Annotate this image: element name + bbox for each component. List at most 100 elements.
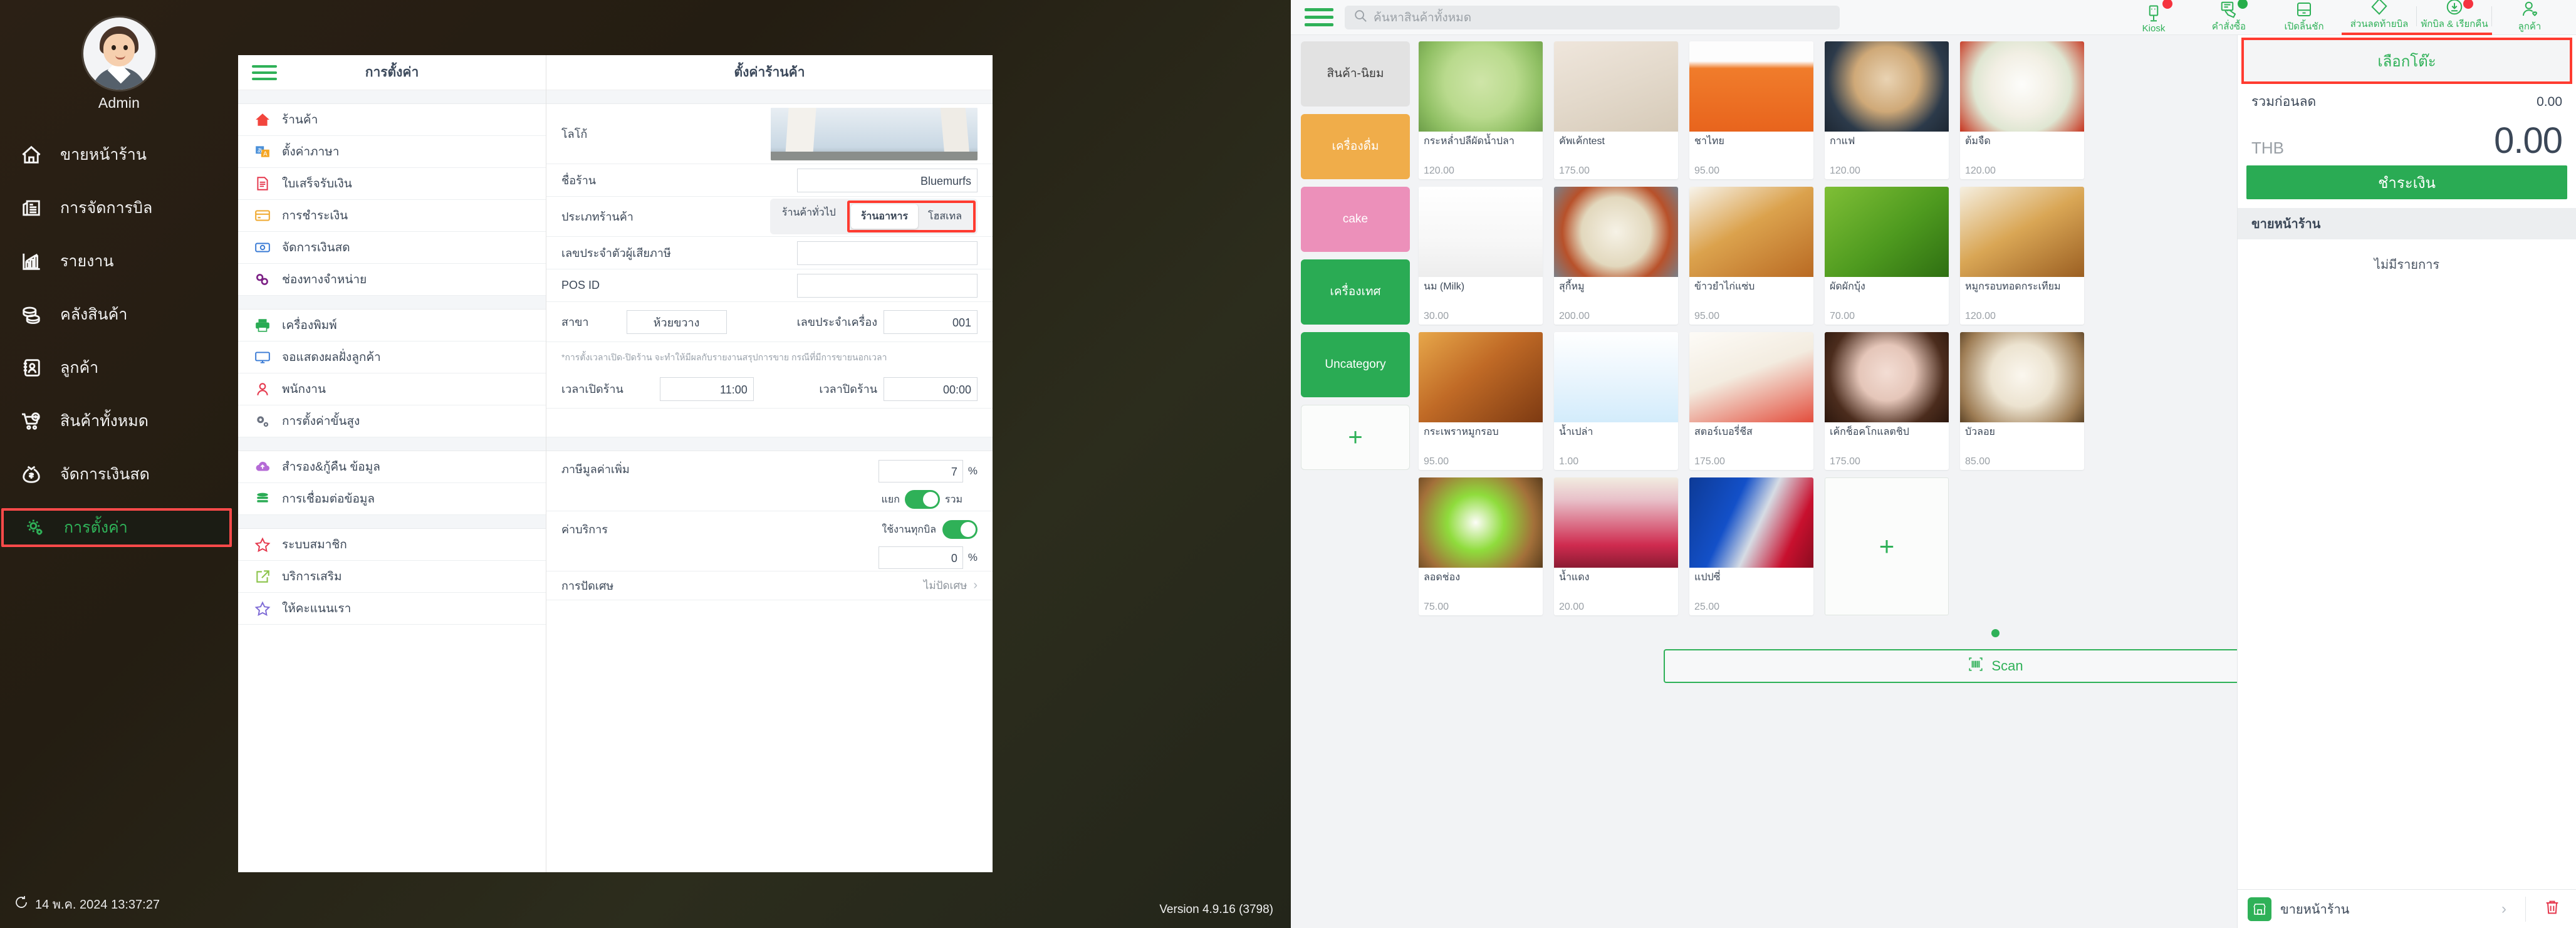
branch-input[interactable]: ห้วยขวาง — [626, 310, 727, 334]
pay-button[interactable]: ชำระเงิน — [2246, 165, 2567, 200]
shop-type-option-restaurant[interactable]: ร้านอาหาร — [850, 204, 919, 229]
category-cake[interactable]: cake — [1301, 187, 1410, 252]
action-kiosk[interactable]: Kiosk — [2116, 0, 2191, 35]
product-card[interactable]: กระเพราหมูกรอบ 95.00 — [1419, 332, 1543, 470]
search-placeholder: ค้นหาสินค้าทั้งหมด — [1374, 11, 1472, 24]
pos-id-row: POS ID — [546, 269, 993, 302]
settings-item-backup-restore[interactable]: สำรอง&กู้คืน ข้อมูล — [238, 451, 546, 483]
money-bag-icon — [16, 462, 46, 487]
sidebar-item-customers[interactable]: ลูกค้า — [0, 348, 238, 387]
settings-item-language[interactable]: あA ตั้งค่าภาษา — [238, 136, 546, 168]
settings-item-membership[interactable]: ระบบสมาชิก — [238, 529, 546, 561]
branch-row: สาขา ห้วยขวาง เลขประจำเครื่อง 001 — [546, 302, 993, 342]
settings-item-advanced[interactable]: การตั้งค่าขั้นสูง — [238, 405, 546, 437]
settings-item-printer[interactable]: เครื่องพิมพ์ — [238, 310, 546, 341]
action-label: Kiosk — [2142, 23, 2166, 34]
settings-item-cash[interactable]: จัดการเงินสด — [238, 232, 546, 264]
shop-type-option-general[interactable]: ร้านค้าทั่วไป — [772, 201, 846, 232]
product-name: คัพเค้กtest — [1559, 136, 1605, 147]
product-card[interactable]: น้ำเปล่า 1.00 — [1554, 332, 1678, 470]
bills-icon — [16, 196, 46, 221]
action-customer[interactable]: ลูกค้า — [2492, 0, 2567, 35]
product-card[interactable]: สตอร์เบอรี่ชีส 175.00 — [1689, 332, 1813, 470]
pos-id-input[interactable] — [797, 273, 978, 298]
category-drinks[interactable]: เครื่องดื่ม — [1301, 114, 1410, 179]
settings-item-customer-display[interactable]: จอแสดงผลฝั่งลูกค้า — [238, 341, 546, 373]
action-orders[interactable]: คำสั่งซื้อ — [2191, 0, 2266, 35]
sidebar-item-storefront[interactable]: ขายหน้าร้าน — [0, 135, 238, 174]
product-name: กระหล่ำปลีผัดน้ำปลา — [1424, 136, 1515, 147]
sidebar-item-settings[interactable]: การตั้งค่า — [1, 508, 232, 547]
action-bill-discount[interactable]: ส่วนลดท้ายบิล — [2342, 0, 2417, 35]
action-open-drawer[interactable]: เปิดลิ้นชัก — [2266, 0, 2342, 35]
product-image — [1689, 187, 1813, 277]
shop-type-segmented-control[interactable]: ร้านค้าทั่วไป ร้านอาหาร โฮสเทล — [769, 199, 978, 234]
product-card[interactable]: ลอดช่อง 75.00 — [1419, 477, 1543, 615]
product-name: สุกี้หมู — [1559, 281, 1585, 292]
product-image — [1554, 477, 1678, 568]
sidebar-item-inventory[interactable]: คลังสินค้า — [0, 295, 238, 334]
vat-mode-toggle[interactable] — [904, 490, 940, 509]
device-no-input[interactable]: 001 — [884, 310, 978, 334]
settings-item-shop[interactable]: ร้านค้า — [238, 104, 546, 136]
profile-block: Admin — [0, 0, 238, 112]
product-card[interactable]: ข้าวยำไก่แซ่บ 95.00 — [1689, 187, 1813, 325]
rounding-row[interactable]: การปัดเศษ ไม่ปัดเศษ › — [546, 571, 993, 600]
add-product-button[interactable]: + — [1825, 477, 1949, 615]
delete-order-button[interactable] — [2535, 899, 2566, 919]
sidebar-item-bills[interactable]: การจัดการบิล — [0, 189, 238, 227]
vat-percent-unit: % — [967, 465, 978, 477]
vat-percent-input[interactable]: 7 — [878, 460, 963, 482]
settings-item-employee[interactable]: พนักงาน — [238, 373, 546, 405]
settings-item-payment[interactable]: การชำระเงิน — [238, 200, 546, 232]
product-card[interactable]: ผัดผักบุ้ง 70.00 — [1825, 187, 1949, 325]
product-card[interactable]: กระหล่ำปลีผัดน้ำปลา 120.00 — [1419, 41, 1543, 179]
product-price: 95.00 — [1424, 456, 1449, 467]
category-popular[interactable]: สินค้า-นิยม — [1301, 41, 1410, 107]
product-card[interactable]: บัวลอย 85.00 — [1960, 332, 2084, 470]
tax-id-input[interactable] — [797, 241, 978, 265]
settings-item-label: จัดการเงินสด — [282, 241, 350, 254]
product-price: 120.00 — [1965, 311, 1996, 321]
settings-item-sales-channel[interactable]: ช่องทางจำหน่าย — [238, 264, 546, 296]
product-card[interactable]: แปปซี่ 25.00 — [1689, 477, 1813, 615]
shop-logo-image[interactable] — [771, 107, 978, 160]
shop-type-option-hostel[interactable]: โฮสเทล — [918, 204, 972, 229]
category-add-button[interactable]: + — [1301, 405, 1410, 470]
chevron-right-icon[interactable]: › — [2501, 900, 2516, 918]
product-card[interactable]: กาแฟ 120.00 — [1825, 41, 1949, 179]
product-card[interactable]: เค้กช็อคโกแลตชิป 175.00 — [1825, 332, 1949, 470]
pos-menu-toggle-button[interactable] — [1305, 8, 1333, 26]
category-spices[interactable]: เครื่องเทศ — [1301, 259, 1410, 325]
product-image — [1960, 41, 2084, 132]
category-uncategory[interactable]: Uncategory — [1301, 332, 1410, 397]
product-card[interactable]: ต้มจืด 120.00 — [1960, 41, 2084, 179]
product-card[interactable]: หมูกรอบทอดกระเทียม 120.00 — [1960, 187, 2084, 325]
open-time-input[interactable]: 11:00 — [659, 377, 754, 401]
settings-item-receipt[interactable]: ใบเสร็จรับเงิน — [238, 168, 546, 200]
menu-toggle-button[interactable] — [252, 65, 277, 80]
shop-name-input[interactable]: Bluemurfs — [797, 168, 978, 192]
sidebar-item-all-products[interactable]: สินค้าทั้งหมด — [0, 402, 238, 441]
settings-item-addons[interactable]: บริการเสริม — [238, 561, 546, 593]
page-dot[interactable] — [1991, 629, 2000, 637]
product-card[interactable]: คัพเค้กtest 175.00 — [1554, 41, 1678, 179]
product-card[interactable]: นม (Milk) 30.00 — [1419, 187, 1543, 325]
service-charge-toggle[interactable] — [942, 520, 978, 539]
pos-topbar: ค้นหาสินค้าทั้งหมด Kiosk คำสั่งซื้อ เปิด… — [1291, 0, 2576, 35]
pos-id-label: POS ID — [561, 279, 600, 291]
scan-button[interactable]: Scan — [1663, 649, 2328, 683]
product-name: กระเพราหมูกรอบ — [1424, 427, 1499, 437]
product-card[interactable]: ชาไทย 95.00 — [1689, 41, 1813, 179]
settings-item-data-connection[interactable]: การเชื่อมต่อข้อมูล — [238, 483, 546, 515]
settings-item-rate-us[interactable]: ให้คะแนนเรา — [238, 593, 546, 625]
service-percent-input[interactable]: 0 — [878, 546, 963, 569]
search-input[interactable]: ค้นหาสินค้าทั้งหมด — [1345, 5, 1840, 29]
close-time-input[interactable]: 00:00 — [884, 377, 978, 401]
product-card[interactable]: สุกี้หมู 200.00 — [1554, 187, 1678, 325]
sidebar-item-reports[interactable]: รายงาน — [0, 242, 238, 281]
product-card[interactable]: น้ำแดง 20.00 — [1554, 477, 1678, 615]
sidebar-item-cash-management[interactable]: จัดการเงินสด — [0, 455, 238, 494]
select-table-button[interactable]: เลือกโต๊ะ — [2241, 38, 2572, 84]
action-hold-recall-bill[interactable]: พักบิล & เรียกคืน — [2417, 0, 2492, 35]
